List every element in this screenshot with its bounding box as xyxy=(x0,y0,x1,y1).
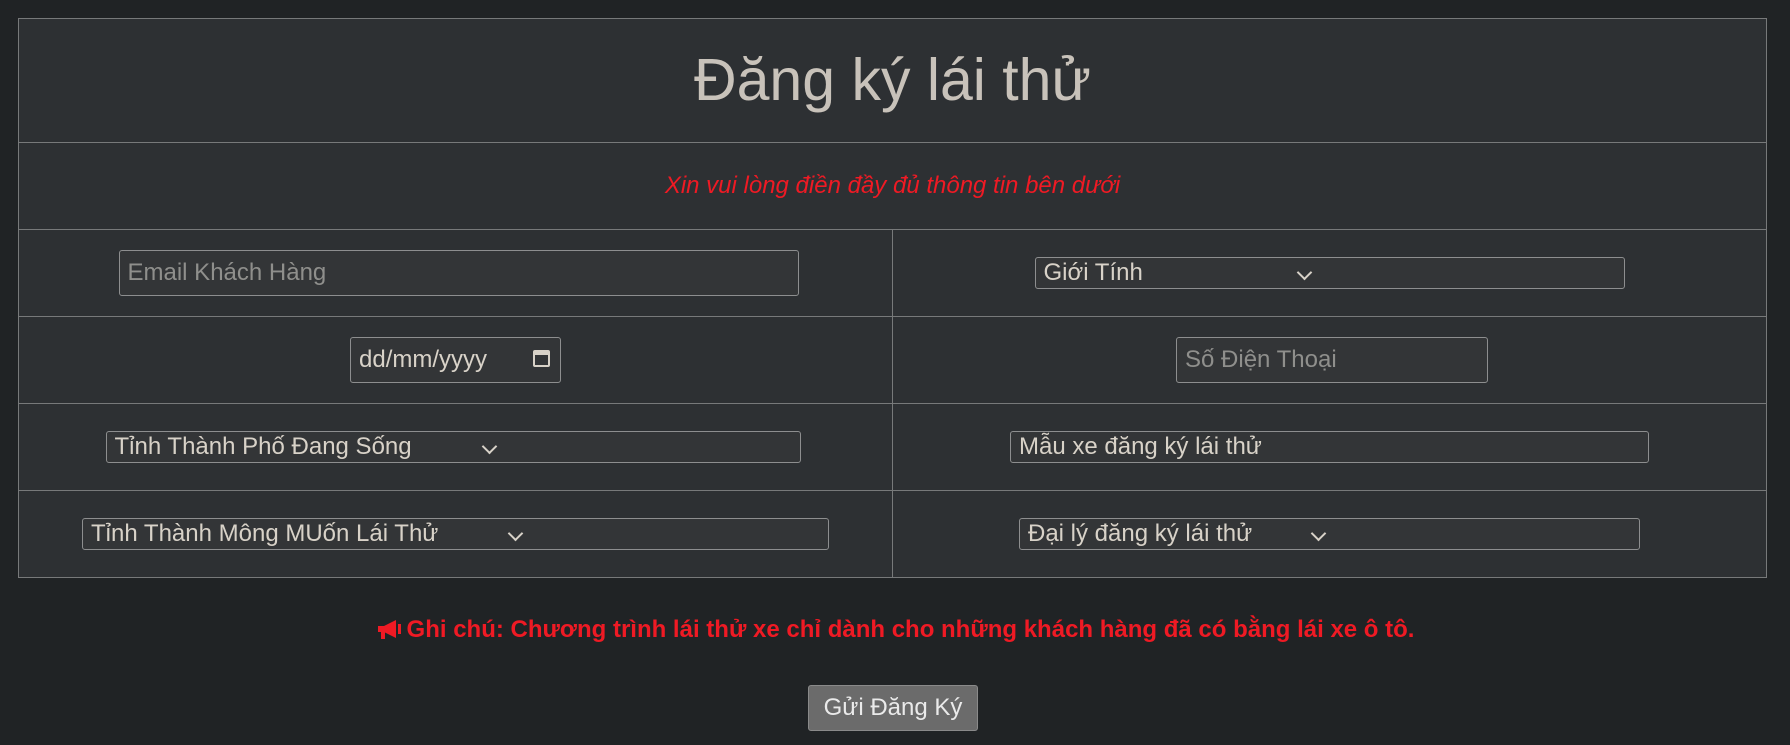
chevron-down-icon xyxy=(507,525,524,542)
email-placeholder: Email Khách Hàng xyxy=(127,259,327,286)
title-cell: Đăng ký lái thử xyxy=(18,18,1767,143)
chevron-down-icon xyxy=(1310,525,1327,542)
province-living-value: Tỉnh Thành Phố Đang Sống xyxy=(114,433,412,460)
phone-cell: Số Điện Thoại xyxy=(892,316,1767,404)
car-model-cell: Mẫu xe đăng ký lái thử xyxy=(892,403,1767,491)
submit-button[interactable]: Gửi Đăng Ký xyxy=(808,685,978,731)
dealer-select[interactable]: Đại lý đăng ký lái thử xyxy=(1019,518,1640,550)
province-living-select[interactable]: Tỉnh Thành Phố Đang Sống xyxy=(105,431,801,463)
license-note: Ghi chú: Chương trình lái thử xe chỉ dàn… xyxy=(0,616,1790,647)
province-test-drive-value: Tỉnh Thành Mông MUốn Lái Thử xyxy=(91,520,439,547)
form-instruction: Xin vui lòng điền đầy đủ thông tin bên d… xyxy=(664,172,1121,199)
megaphone-icon xyxy=(376,618,402,647)
birthdate-input[interactable]: dd/mm/yyyy xyxy=(350,337,561,383)
note-text: Ghi chú: Chương trình lái thử xe chỉ dàn… xyxy=(406,616,1415,643)
car-model-field[interactable]: Mẫu xe đăng ký lái thử xyxy=(1010,431,1649,463)
dealer-cell: Đại lý đăng ký lái thử xyxy=(892,490,1767,578)
phone-input[interactable]: Số Điện Thoại xyxy=(1176,337,1488,383)
subtitle-cell: Xin vui lòng điền đầy đủ thông tin bên d… xyxy=(18,142,1767,230)
car-model-value: Mẫu xe đăng ký lái thử xyxy=(1019,433,1262,460)
test-drive-form: Đăng ký lái thử Xin vui lòng điền đầy đủ… xyxy=(18,18,1767,578)
email-input[interactable]: Email Khách Hàng xyxy=(118,250,799,296)
province-living-cell: Tỉnh Thành Phố Đang Sống xyxy=(18,403,893,491)
gender-select[interactable]: Giới Tính xyxy=(1034,257,1625,289)
chevron-down-icon xyxy=(481,438,497,455)
dealer-select-value: Đại lý đăng ký lái thử xyxy=(1028,520,1253,547)
page-title: Đăng ký lái thử xyxy=(694,47,1091,113)
province-test-drive-select[interactable]: Tỉnh Thành Mông MUốn Lái Thử xyxy=(82,518,829,550)
calendar-icon[interactable] xyxy=(533,350,550,367)
email-cell: Email Khách Hàng xyxy=(18,229,893,317)
birthdate-cell: dd/mm/yyyy xyxy=(18,316,893,404)
province-test-drive-cell: Tỉnh Thành Mông MUốn Lái Thử xyxy=(18,490,893,578)
date-placeholder: dd/mm/yyyy xyxy=(359,346,488,373)
gender-select-value: Giới Tính xyxy=(1043,259,1143,286)
chevron-down-icon xyxy=(1296,264,1312,281)
gender-cell: Giới Tính xyxy=(892,229,1767,317)
phone-placeholder: Số Điện Thoại xyxy=(1185,346,1337,373)
